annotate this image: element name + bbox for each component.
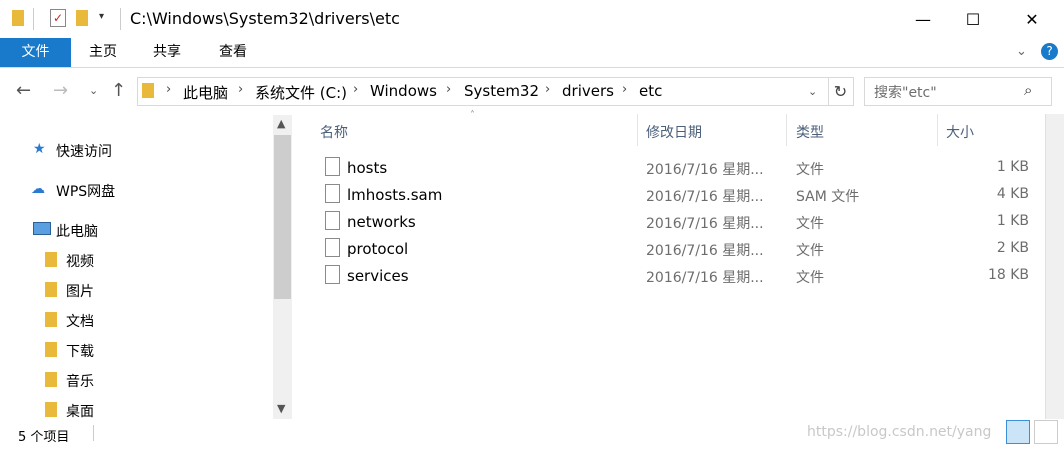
properties-icon[interactable]: ✓ <box>50 9 66 27</box>
star-icon: ★ <box>33 141 46 157</box>
search-icon[interactable]: ⌕ <box>1024 81 1032 99</box>
scroll-up-icon[interactable]: ▲ <box>277 117 285 130</box>
file-icon <box>325 184 340 203</box>
chevron-right-icon[interactable]: › <box>353 82 358 97</box>
watermark: https://blog.csdn.net/yang <box>807 424 992 440</box>
scroll-down-icon[interactable]: ▼ <box>277 402 285 415</box>
file-name[interactable]: protocol <box>347 240 408 258</box>
downloads-folder-icon <box>45 342 57 357</box>
customize-toolbar-icon[interactable]: ▾ <box>99 11 104 22</box>
file-icon <box>325 211 340 230</box>
crumb-system32[interactable]: System32 <box>464 82 539 100</box>
file-date: 2016/7/16 星期... <box>646 270 764 286</box>
tab-home[interactable]: 主页 <box>76 38 130 67</box>
file-icon <box>325 265 340 284</box>
file-size: 1 KB <box>996 213 1029 229</box>
tab-share[interactable]: 共享 <box>140 38 194 67</box>
back-button[interactable]: ← <box>16 80 31 101</box>
nav-this-pc[interactable]: 此电脑 <box>56 221 98 241</box>
crumb-etc[interactable]: etc <box>639 82 662 100</box>
file-name[interactable]: services <box>347 267 409 285</box>
file-name[interactable]: networks <box>347 213 416 231</box>
file-type: 文件 <box>796 270 824 286</box>
file-date: 2016/7/16 星期... <box>646 162 764 178</box>
forward-button[interactable]: → <box>53 80 68 101</box>
up-button[interactable]: ↑ <box>111 80 126 101</box>
file-size: 2 KB <box>996 240 1029 256</box>
nav-item-pictures[interactable]: 图片 <box>66 281 94 301</box>
chevron-right-icon[interactable]: › <box>622 82 627 97</box>
column-divider[interactable] <box>637 114 638 146</box>
folder-icon <box>142 83 154 98</box>
tab-file[interactable]: 文件 <box>0 38 71 67</box>
file-date: 2016/7/16 星期... <box>646 216 764 232</box>
computer-icon <box>33 222 51 235</box>
column-size[interactable]: 大小 <box>946 122 974 142</box>
expand-ribbon-icon[interactable]: ⌄ <box>1016 44 1027 59</box>
column-date-modified[interactable]: 修改日期 <box>646 122 702 142</box>
large-icons-view-button[interactable] <box>1034 420 1058 444</box>
sort-ascending-icon: ˄ <box>470 110 475 121</box>
file-type: 文件 <box>796 216 824 232</box>
file-type: 文件 <box>796 162 824 178</box>
details-view-button[interactable] <box>1006 420 1030 444</box>
pictures-folder-icon <box>45 282 57 297</box>
search-placeholder: 搜索"etc" <box>874 85 937 101</box>
documents-folder-icon <box>45 312 57 327</box>
file-size: 18 KB <box>987 267 1029 283</box>
maximize-button[interactable]: ☐ <box>948 0 998 38</box>
chevron-right-icon[interactable]: › <box>446 82 451 97</box>
desktop-folder-icon <box>45 402 57 417</box>
file-type: SAM 文件 <box>796 189 860 205</box>
divider <box>33 8 34 30</box>
nav-item-downloads[interactable]: 下载 <box>66 341 94 361</box>
chevron-right-icon[interactable]: › <box>166 82 171 97</box>
refresh-button[interactable]: ↻ <box>828 77 854 106</box>
cloud-icon: ☁ <box>31 181 45 197</box>
nav-item-videos[interactable]: 视频 <box>66 251 94 271</box>
window-title: C:\Windows\System32\drivers\etc <box>130 9 400 28</box>
refresh-icon: ↻ <box>833 82 848 101</box>
minimize-button[interactable]: — <box>898 0 948 38</box>
address-dropdown-icon[interactable]: ⌄ <box>808 85 817 98</box>
divider <box>120 8 121 30</box>
crumb-windows[interactable]: Windows <box>370 82 437 100</box>
tab-view[interactable]: 查看 <box>206 38 260 67</box>
nav-wps-drive[interactable]: WPS网盘 <box>56 181 115 201</box>
chevron-right-icon[interactable]: › <box>545 82 550 97</box>
file-size: 4 KB <box>996 186 1029 202</box>
file-date: 2016/7/16 星期... <box>646 189 764 205</box>
column-type[interactable]: 类型 <box>796 122 824 142</box>
folder-icon <box>12 10 24 26</box>
divider <box>93 425 94 441</box>
file-date: 2016/7/16 星期... <box>646 243 764 259</box>
file-icon <box>325 157 340 176</box>
list-scrollbar[interactable] <box>1045 114 1064 419</box>
video-folder-icon <box>45 252 57 267</box>
nav-item-documents[interactable]: 文档 <box>66 311 94 331</box>
crumb-drivers[interactable]: drivers <box>562 82 614 100</box>
file-name[interactable]: hosts <box>347 159 387 177</box>
column-name[interactable]: 名称 <box>320 122 348 142</box>
recent-locations-icon[interactable]: ⌄ <box>89 84 98 97</box>
nav-item-music[interactable]: 音乐 <box>66 371 94 391</box>
file-size: 1 KB <box>996 159 1029 175</box>
music-folder-icon <box>45 372 57 387</box>
nav-item-desktop[interactable]: 桌面 <box>66 401 94 421</box>
help-icon[interactable]: ? <box>1041 43 1058 60</box>
status-item-count: 5 个项目 <box>18 430 70 445</box>
file-type: 文件 <box>796 243 824 259</box>
column-divider[interactable] <box>786 114 787 146</box>
column-divider[interactable] <box>937 114 938 146</box>
nav-scrollbar-thumb[interactable] <box>274 135 291 299</box>
file-name[interactable]: lmhosts.sam <box>347 186 442 204</box>
close-button[interactable]: ✕ <box>1007 0 1057 38</box>
crumb-this-pc[interactable]: 此电脑 <box>183 82 228 103</box>
file-icon <box>325 238 340 257</box>
nav-quick-access[interactable]: 快速访问 <box>56 141 112 161</box>
new-folder-icon[interactable] <box>76 10 88 26</box>
chevron-right-icon[interactable]: › <box>238 82 243 97</box>
crumb-c-drive[interactable]: 系统文件 (C:) <box>255 82 347 103</box>
